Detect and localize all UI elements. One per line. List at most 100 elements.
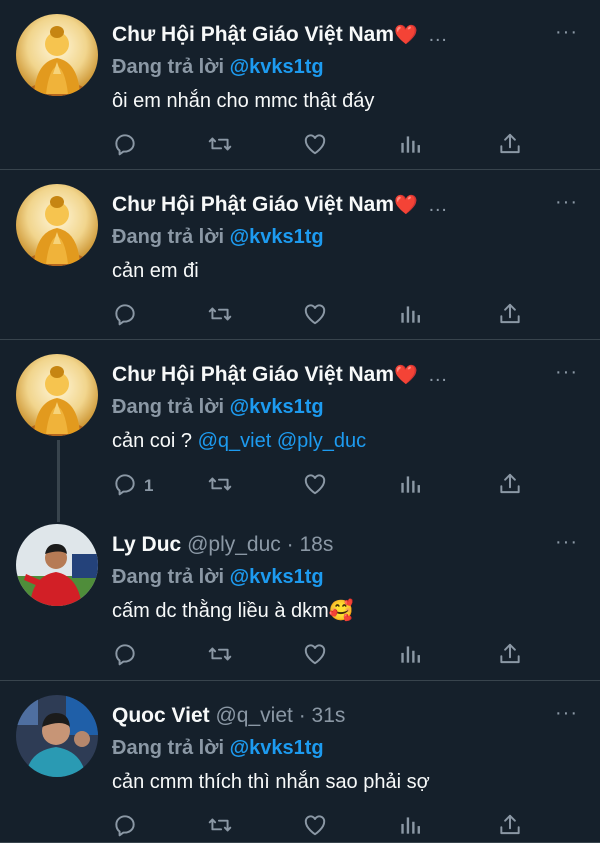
mention-link[interactable]: @ply_duc	[277, 430, 366, 452]
timestamp[interactable]: 18s	[299, 533, 333, 556]
reply-button[interactable]	[112, 300, 138, 332]
display-name[interactable]: Quoc Viet	[112, 704, 210, 727]
mention-link[interactable]: @q_viet	[198, 430, 272, 452]
reply-icon	[112, 812, 138, 843]
tweet-header: Chư Hội Phật Giáo Việt Nam❤️ …	[112, 362, 540, 389]
tweet[interactable]: Chư Hội Phật Giáo Việt Nam❤️ … ··· Đang trả…	[0, 170, 600, 340]
replying-to: Đang trả lời @kvks1tg	[112, 394, 324, 420]
stats-icon	[397, 812, 423, 843]
share-button[interactable]	[497, 811, 523, 843]
avatar[interactable]	[16, 524, 98, 606]
tweet[interactable]: Quoc Viet @q_viet · 31s ··· Đang trả lời @…	[0, 681, 600, 843]
retweet-icon	[207, 812, 233, 843]
avatar[interactable]	[16, 354, 98, 436]
tweet-header: Chư Hội Phật Giáo Việt Nam❤️ …	[112, 22, 540, 49]
reply-button[interactable]	[112, 811, 138, 843]
tweet[interactable]: Chư Hội Phật Giáo Việt Nam❤️ … ··· Đang trả…	[0, 340, 600, 510]
handle[interactable]: @q_viet	[215, 704, 292, 727]
tweet-feed: Chư Hội Phật Giáo Việt Nam❤️… ··· Đang trả…	[0, 0, 600, 843]
display-name[interactable]: Chư Hội Phật Giáo Việt Nam	[112, 363, 394, 386]
heart-emoji: ❤️	[394, 25, 418, 46]
like-icon	[302, 131, 328, 162]
replying-to-label: Đang trả lời	[112, 226, 225, 248]
reply-button[interactable]	[112, 640, 138, 672]
replying-to-label: Đang trả lời	[112, 566, 225, 588]
replying-to-label: Đang trả lời	[112, 737, 225, 759]
tweet[interactable]: Chư Hội Phật Giáo Việt Nam❤️ … ··· Đang trả…	[0, 0, 600, 170]
reply-button[interactable]: 1	[112, 470, 153, 502]
display-name[interactable]: Chư Hội Phật Giáo Việt Nam	[112, 193, 394, 216]
replying-to: Đang trả lời @kvks1tg	[112, 224, 324, 250]
retweet-button[interactable]	[207, 640, 233, 672]
separator-dot: ·	[286, 533, 294, 556]
reply-mention-link[interactable]: @kvks1tg	[230, 566, 324, 588]
heart-emoji: ❤️	[394, 195, 418, 216]
share-icon	[497, 471, 523, 502]
tweet-actions	[112, 300, 542, 332]
retweet-button[interactable]	[207, 470, 233, 502]
more-options-icon[interactable]: ···	[555, 192, 578, 212]
tweet-header: Quoc Viet @q_viet · 31s	[112, 703, 540, 729]
reply-mention-link[interactable]: @kvks1tg	[230, 396, 324, 418]
more-options-icon[interactable]: ···	[555, 22, 578, 42]
heart-emoji: ❤️	[394, 365, 418, 386]
retweet-icon	[207, 301, 233, 332]
display-name[interactable]: Chư Hội Phật Giáo Việt Nam	[112, 23, 394, 46]
tweet-actions	[112, 640, 542, 672]
retweet-icon	[207, 471, 233, 502]
tweet-actions	[112, 130, 542, 162]
replying-to: Đang trả lời @kvks1tg	[112, 564, 324, 590]
more-options-icon[interactable]: ···	[555, 703, 578, 723]
avatar[interactable]	[16, 184, 98, 266]
reply-mention-link[interactable]: @kvks1tg	[230, 56, 324, 78]
tweet-actions: 1	[112, 470, 542, 502]
replying-to: Đang trả lời @kvks1tg	[112, 735, 324, 761]
like-button[interactable]	[302, 470, 328, 502]
stats-icon	[397, 471, 423, 502]
share-button[interactable]	[497, 470, 523, 502]
reply-icon	[112, 301, 138, 332]
like-button[interactable]	[302, 811, 328, 843]
tweet-text-part: cấm dc thằng liều à dkm🥰	[112, 600, 354, 622]
share-button[interactable]	[497, 640, 523, 672]
avatar[interactable]	[16, 14, 98, 96]
like-button[interactable]	[302, 640, 328, 672]
reply-icon	[112, 471, 138, 502]
tweet-header: Chư Hội Phật Giáo Việt Nam❤️…	[112, 192, 540, 219]
retweet-button[interactable]	[207, 811, 233, 843]
share-button[interactable]	[497, 300, 523, 332]
more-options-icon[interactable]: ···	[555, 532, 578, 552]
truncation-ellipsis: …	[427, 364, 449, 386]
like-icon	[302, 471, 328, 502]
handle[interactable]: @ply_duc	[187, 533, 281, 556]
like-button[interactable]	[302, 300, 328, 332]
replying-to-label: Đang trả lời	[112, 56, 225, 78]
timestamp[interactable]: 31s	[312, 704, 346, 727]
more-options-icon[interactable]: ···	[555, 362, 578, 382]
tweet[interactable]: Ly Duc @ply_duc · 18s ··· Đang trả lời @kv…	[0, 510, 600, 681]
stats-button[interactable]	[397, 811, 423, 843]
retweet-button[interactable]	[207, 130, 233, 162]
stats-icon	[397, 301, 423, 332]
stats-button[interactable]	[397, 640, 423, 672]
stats-button[interactable]	[397, 300, 423, 332]
share-button[interactable]	[497, 130, 523, 162]
avatar[interactable]	[16, 695, 98, 777]
like-button[interactable]	[302, 130, 328, 162]
like-icon	[302, 812, 328, 843]
reply-button[interactable]	[112, 130, 138, 162]
tweet-text-part: ôi em nhắn cho mmc thật đáy	[112, 90, 375, 112]
reply-mention-link[interactable]: @kvks1tg	[230, 737, 324, 759]
truncation-ellipsis: …	[427, 24, 449, 46]
share-icon	[497, 812, 523, 843]
stats-button[interactable]	[397, 470, 423, 502]
display-name[interactable]: Ly Duc	[112, 533, 181, 556]
like-icon	[302, 301, 328, 332]
stats-button[interactable]	[397, 130, 423, 162]
stats-icon	[397, 641, 423, 672]
retweet-button[interactable]	[207, 300, 233, 332]
reply-icon	[112, 131, 138, 162]
replying-to-label: Đang trả lời	[112, 396, 225, 418]
reply-mention-link[interactable]: @kvks1tg	[230, 226, 324, 248]
tweet-text-part: cản em đi	[112, 260, 199, 282]
